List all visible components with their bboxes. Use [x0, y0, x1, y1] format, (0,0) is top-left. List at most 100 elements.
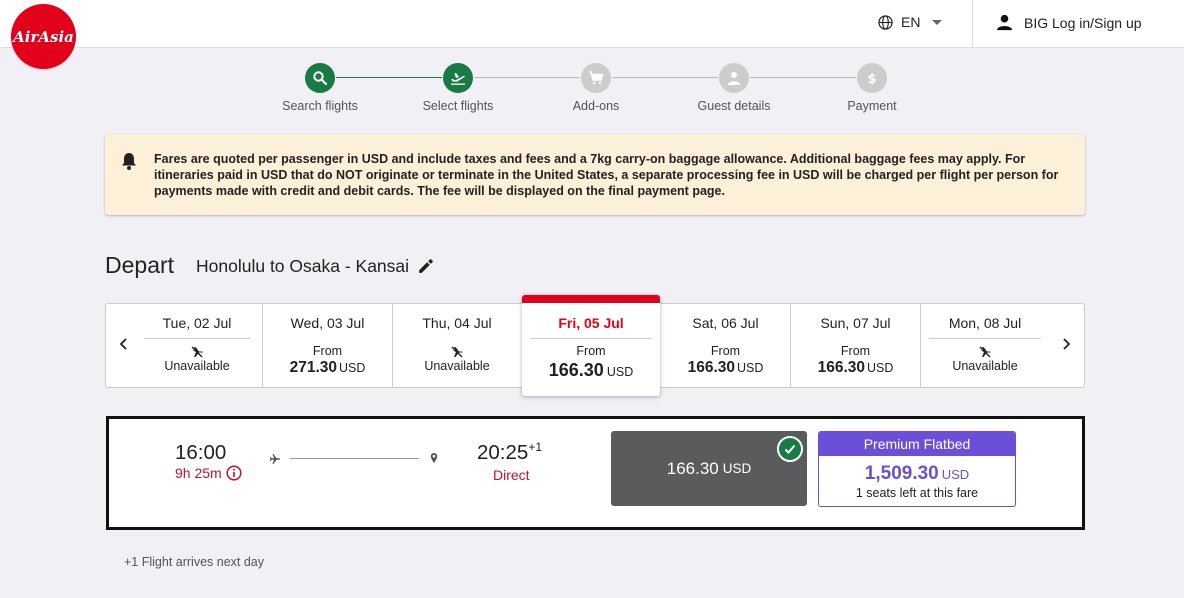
from-label: From: [312, 344, 343, 358]
step-circle: $: [857, 63, 887, 93]
step-payment[interactable]: $ Payment: [802, 63, 942, 113]
step-add-ons[interactable]: Add-ons: [526, 63, 666, 113]
date-tab-sat-06-jul[interactable]: Sat, 06 Jul From 166.30 USD: [661, 304, 790, 387]
unavailable-label: Unavailable: [952, 359, 1018, 373]
step-label: Add-ons: [572, 99, 620, 113]
step-guest-details[interactable]: Guest details: [664, 63, 804, 113]
date-tab-mon-08-jul[interactable]: Mon, 08 Jul Unavailable: [921, 304, 1049, 387]
step-circle: [305, 63, 335, 93]
departure-time: 16:00: [175, 441, 227, 464]
prev-date-button[interactable]: [114, 334, 134, 354]
route-heading: Honolulu to Osaka - Kansai: [196, 256, 434, 277]
price-value: 166.30: [548, 360, 604, 380]
notice-text: Fares are quoted per passenger in USD an…: [154, 152, 1059, 198]
date-price: 166.30 USD: [661, 359, 790, 377]
flight-duration: 9h 25m: [175, 465, 242, 481]
date-label: Sun, 07 Jul: [820, 315, 891, 331]
logo-text: AirAsia: [13, 27, 74, 46]
svg-text:$: $: [867, 72, 876, 86]
unavailable-label: Unavailable: [164, 359, 230, 373]
no-flights-icon: [191, 346, 203, 358]
person-icon: [996, 14, 1013, 31]
date-price: 271.30 USD: [263, 359, 392, 377]
date-price: 166.30 USD: [791, 359, 920, 377]
from-label: From: [576, 344, 606, 358]
date-tab-sun-07-jul[interactable]: Sun, 07 Jul From 166.30 USD: [791, 304, 920, 387]
date-tab-wed-03-jul[interactable]: Wed, 03 Jul From 271.30 USD: [263, 304, 392, 387]
login-label: BIG Log in/Sign up: [1024, 14, 1142, 31]
from-label: From: [840, 344, 871, 358]
price-currency: USD: [737, 361, 764, 375]
top-header: EN BIG Log in/Sign up: [0, 0, 1184, 48]
dollar-icon: $: [867, 72, 876, 86]
next-date-button[interactable]: [1056, 334, 1076, 354]
step-search-flights[interactable]: Search flights: [250, 63, 390, 113]
duration-label: 9h 25m: [175, 465, 222, 481]
no-flights-icon: [979, 346, 991, 358]
stops-label: Direct: [493, 467, 530, 483]
route-line: [290, 458, 419, 459]
step-select-flights[interactable]: Select flights: [388, 63, 528, 113]
price-value: 166.30: [817, 359, 865, 376]
cart-icon: [589, 71, 604, 85]
plane-icon: [269, 454, 280, 464]
fare-notice: Fares are quoted per passenger in USD an…: [105, 134, 1085, 215]
chevron-down-icon: [932, 19, 943, 25]
price-value: 166.30: [687, 359, 735, 376]
step-label: Select flights: [422, 99, 494, 113]
date-label: Fri, 05 Jul: [558, 315, 624, 331]
language-selector[interactable]: EN: [878, 14, 943, 30]
seats-left-label: 1 seats left at this fare: [855, 486, 979, 500]
flight-option-card[interactable]: 16:00 9h 25m 20:25+1 Direct 166.30 USD Pr…: [106, 416, 1085, 530]
airasia-logo[interactable]: AirAsia: [11, 4, 76, 69]
date-separator: [530, 338, 652, 339]
premium-flatbed-fare-option[interactable]: Premium Flatbed 1,509.30 USD 1 seats left…: [818, 431, 1016, 507]
premium-price: 1,509.30 USD: [819, 463, 1015, 485]
edit-pencil-icon[interactable]: [417, 258, 434, 275]
progress-stepper: Search flights Select flights Add-ons Gu…: [0, 63, 1184, 123]
arrival-time-value: 20:25: [477, 441, 529, 464]
fare-currency: USD: [722, 461, 752, 476]
price-currency: USD: [339, 361, 366, 375]
plane-takeoff-icon: [451, 73, 465, 85]
chevron-right-icon: [1063, 338, 1071, 350]
date-label: Sat, 06 Jul: [692, 315, 759, 331]
date-label: Mon, 08 Jul: [948, 315, 1022, 331]
date-tab-thu-04-jul[interactable]: Thu, 04 Jul Unavailable: [393, 304, 521, 387]
date-tab-tue-02-jul[interactable]: Tue, 02 Jul Unavailable: [136, 304, 258, 387]
search-icon: [313, 71, 328, 86]
arrival-footnote: +1 Flight arrives next day: [124, 555, 264, 569]
date-price: 166.30 USD: [522, 360, 660, 381]
date-label: Thu, 04 Jul: [422, 315, 492, 331]
globe-icon: [878, 14, 893, 30]
checkmark-icon: [784, 444, 796, 454]
from-label: From: [710, 344, 741, 358]
no-flights-icon: [451, 346, 463, 358]
step-circle: [719, 63, 749, 93]
person-icon: [728, 72, 740, 85]
step-circle: [581, 63, 611, 93]
header-divider: [972, 0, 973, 48]
selected-check-icon: [777, 436, 803, 462]
date-label: Tue, 02 Jul: [162, 315, 232, 331]
language-label: EN: [901, 14, 921, 30]
premium-title: Premium Flatbed: [819, 432, 1015, 456]
arrival-time: 20:25+1: [477, 441, 542, 465]
info-icon[interactable]: [226, 465, 242, 481]
date-tab-fri-05-jul-selected[interactable]: Fri, 05 Jul From 166.30 USD: [522, 295, 660, 396]
date-separator: [929, 338, 1041, 339]
unavailable-label: Unavailable: [424, 359, 490, 373]
premium-price-value: 1,509.30: [864, 463, 939, 484]
date-label: Wed, 03 Jul: [290, 315, 365, 331]
step-label: Payment: [847, 99, 897, 113]
fare-price: 166.30: [666, 458, 719, 478]
login-button[interactable]: BIG Log in/Sign up: [995, 13, 1142, 32]
chevron-left-icon: [119, 338, 127, 350]
bell-icon: [122, 153, 136, 170]
date-separator: [144, 338, 250, 339]
price-currency: USD: [867, 361, 894, 375]
step-label: Guest details: [697, 99, 771, 113]
price-currency: USD: [606, 365, 634, 379]
premium-currency: USD: [941, 467, 970, 482]
depart-title: Depart: [105, 252, 175, 278]
